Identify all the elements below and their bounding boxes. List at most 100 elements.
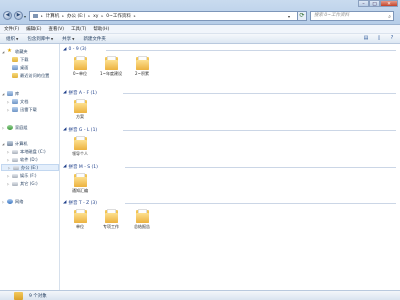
nav-label: 本地磁盘 (C:) [20, 148, 46, 154]
expand-icon[interactable]: ▷ [7, 158, 10, 162]
menu-file[interactable]: 文件(F) [4, 26, 19, 32]
expand-icon[interactable]: ▷ [7, 150, 10, 154]
expand-icon[interactable]: ▷ [7, 174, 10, 178]
nav-drive-e[interactable]: ▷ 办公 (E:) [1, 164, 59, 171]
nav-drive-d[interactable]: ▷ 软件 (D:) [7, 156, 38, 163]
breadcrumb-current[interactable]: 0~工作资料 [106, 13, 131, 19]
expand-icon[interactable]: ▷ [7, 108, 10, 112]
collapse-icon[interactable]: ◢ [63, 164, 66, 169]
nav-downloads[interactable]: 下载 [12, 56, 28, 63]
group-divider [125, 167, 396, 168]
help-icon[interactable]: ? [388, 35, 396, 42]
group-header-t-z[interactable]: ◢ 拼音 T - Z (3) [63, 199, 97, 206]
folder-item[interactable]: 0~单位 [66, 56, 94, 76]
search-input[interactable]: 搜索 0~工作资料 ⌕ [310, 11, 394, 21]
folder-icon [73, 56, 87, 70]
back-button[interactable]: ◀ [3, 11, 12, 20]
nav-label: 文档 [20, 98, 29, 104]
nav-drive-c[interactable]: ▷ 本地磁盘 (C:) [7, 148, 46, 155]
recent-pages-dropdown[interactable]: ▾ [24, 14, 26, 19]
folder-item[interactable]: 专项工作 [97, 209, 125, 229]
nav-computer[interactable]: ◢ 计算机 [2, 140, 28, 147]
collapse-icon[interactable]: ◢ [63, 90, 66, 95]
close-button[interactable]: ✕ [380, 0, 398, 7]
expand-icon[interactable]: ◢ [2, 50, 5, 54]
nav-network[interactable]: ▷ 网络 [2, 198, 23, 205]
nav-desktop[interactable]: 桌面 [12, 64, 28, 71]
group-header-0-9[interactable]: ◢ 0 - 9 (3) [63, 46, 86, 53]
search-icon[interactable]: ⌕ [388, 13, 391, 21]
nav-documents[interactable]: ▷ 文档 [7, 98, 28, 105]
collapse-icon[interactable]: ◢ [63, 47, 66, 52]
collapse-icon[interactable]: ◢ [63, 200, 66, 205]
breadcrumb-computer[interactable]: 计算机 [46, 13, 60, 19]
menu-tools[interactable]: 工具(T) [71, 26, 86, 32]
folder-item[interactable]: 总结报告 [128, 209, 156, 229]
folder-item[interactable]: 1~年度建设 [97, 56, 125, 76]
folder-item[interactable]: 2~积累 [128, 56, 156, 76]
recent-places-icon [12, 73, 18, 78]
menu-help[interactable]: 帮助(H) [93, 26, 109, 32]
folder-name: 领导个人 [72, 151, 88, 156]
group-divider [123, 93, 396, 94]
group-title: 拼音 T - Z (3) [68, 200, 98, 206]
command-toolbar: 组织 ▼ 包含到库中 ▼ 共享 ▼ 新建文件夹 ▤ ▯ ? [0, 34, 400, 44]
status-bar: 9 个对象 [0, 290, 400, 300]
include-in-library-button[interactable]: 包含到库中 ▼ [27, 36, 53, 42]
folder-item[interactable]: 通知汇编 [66, 173, 94, 193]
nav-favorites[interactable]: ◢ ★ 收藏夹 [2, 48, 28, 55]
forward-button[interactable]: ▶ [14, 11, 23, 20]
nav-libraries[interactable]: ◢ 库 [2, 90, 19, 97]
share-button[interactable]: 共享 ▼ [62, 36, 74, 42]
new-folder-label: 新建文件夹 [83, 36, 106, 42]
expand-icon[interactable]: ▷ [2, 126, 5, 130]
address-dropdown-icon[interactable]: ▾ [288, 12, 290, 20]
documents-icon [12, 99, 18, 104]
nav-label: 收藏夹 [15, 48, 28, 54]
nav-label: 桌面 [20, 64, 29, 70]
menu-view[interactable]: 查看(V) [48, 26, 64, 32]
preview-pane-icon[interactable]: ▯ [375, 35, 383, 42]
nav-drive-f[interactable]: ▷ 娱乐 (F:) [7, 172, 36, 179]
breadcrumb-drive[interactable]: 办公 (E:) [67, 13, 85, 19]
new-folder-button[interactable]: 新建文件夹 [83, 36, 106, 42]
minimize-button[interactable]: – [358, 0, 369, 7]
folder-item[interactable]: 单位 [66, 209, 94, 229]
collapse-icon[interactable]: ◢ [63, 127, 66, 132]
group-header-m-s[interactable]: ◢ 拼音 M - S (1) [63, 163, 98, 170]
group-title: 拼音 G - L (1) [68, 127, 98, 133]
breadcrumb-xy[interactable]: xy [93, 14, 98, 19]
computer-icon [33, 14, 38, 18]
group-header-g-l[interactable]: ◢ 拼音 G - L (1) [63, 126, 97, 133]
item-count: 9 个对象 [29, 293, 47, 299]
nav-recent-places[interactable]: 最近访问的位置 [12, 72, 49, 79]
expand-icon[interactable]: ▷ [7, 100, 10, 104]
expand-icon[interactable]: ◢ [2, 92, 5, 96]
group-title: 0 - 9 (3) [68, 47, 87, 52]
expand-icon[interactable]: ▷ [7, 182, 10, 186]
folder-item[interactable]: 方案 [66, 99, 94, 119]
menu-edit[interactable]: 编辑(E) [26, 26, 41, 32]
nav-drive-g[interactable]: ▷ 其它 (G:) [7, 180, 38, 187]
maximize-button[interactable]: □ [369, 0, 380, 7]
refresh-button[interactable]: ⟳ [297, 11, 307, 21]
address-bar[interactable]: ▸ 计算机 ▸ 办公 (E:) ▸ xy ▸ 0~工作资料 ▸ ▾ [29, 11, 301, 21]
expand-icon[interactable]: ▷ [8, 166, 11, 170]
nav-label: 办公 (E:) [21, 164, 39, 170]
organize-button[interactable]: 组织 ▼ [6, 36, 18, 42]
folder-item[interactable]: 领导个人 [66, 136, 94, 156]
navigation-pane: ◢ ★ 收藏夹 下载 桌面 最近访问的位置 ◢ 库 ▷ 文档 ▷ 迅雷下载 ▷ … [0, 44, 60, 290]
drive-icon [12, 173, 18, 178]
nav-xunlei-downloads[interactable]: ▷ 迅雷下载 [7, 106, 37, 113]
toolbar-right: ▤ ▯ ? [362, 35, 396, 42]
nav-homegroup[interactable]: ▷ 家庭组 [2, 124, 28, 131]
view-options-icon[interactable]: ▤ [362, 35, 370, 42]
menu-bar: 文件(F) 编辑(E) 查看(V) 工具(T) 帮助(H) [0, 25, 400, 34]
title-bar: ◀ ▶ ▾ ▸ 计算机 ▸ 办公 (E:) ▸ xy ▸ 0~工作资料 ▸ ▾ … [0, 0, 400, 25]
group-header-a-f[interactable]: ◢ 拼音 A - F (1) [63, 89, 97, 96]
homegroup-icon [7, 125, 13, 130]
expand-icon[interactable]: ▷ [2, 200, 5, 204]
folder-name: 1~年度建设 [100, 71, 122, 76]
expand-icon[interactable]: ◢ [2, 142, 5, 146]
folder-icon [135, 209, 149, 223]
